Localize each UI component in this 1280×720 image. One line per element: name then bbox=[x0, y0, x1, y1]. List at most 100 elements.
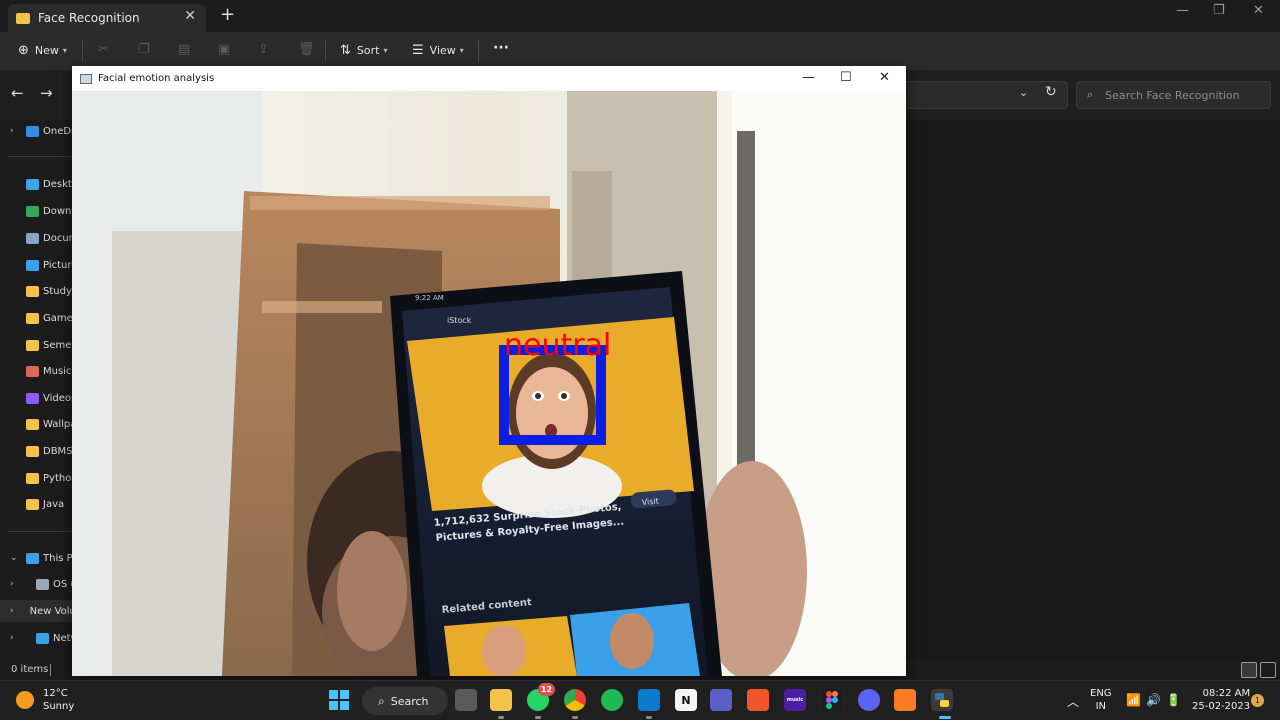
view-button[interactable]: ☰ View ▾ bbox=[412, 43, 464, 58]
brave-icon[interactable] bbox=[747, 689, 769, 711]
sidebar-item-label: Study bbox=[43, 285, 72, 297]
restore-icon[interactable]: ❐ bbox=[1213, 3, 1225, 18]
chevron-down-icon[interactable]: ⌄ bbox=[1019, 86, 1028, 99]
chevron-right-icon[interactable]: › bbox=[10, 633, 24, 643]
battery-icon[interactable]: 🔋 bbox=[1166, 693, 1181, 707]
cut-icon[interactable]: ✂ bbox=[98, 42, 109, 57]
chevron-up-icon[interactable]: ︿ bbox=[1067, 693, 1079, 710]
notion-icon[interactable]: N bbox=[675, 689, 697, 711]
more-options-button[interactable]: ··· bbox=[493, 40, 509, 56]
active-indicator bbox=[498, 716, 504, 719]
tiles-view-icon[interactable] bbox=[1260, 662, 1276, 678]
details-view-icon[interactable] bbox=[1241, 662, 1257, 678]
python-icon[interactable] bbox=[931, 689, 953, 711]
rename-icon[interactable]: ▣ bbox=[218, 42, 230, 57]
sidebar-item[interactable]: Videos bbox=[0, 387, 72, 409]
new-tab-button[interactable]: + bbox=[220, 4, 235, 25]
sidebar-item-label: Wallpapers bbox=[43, 418, 72, 430]
chevron-right-icon[interactable]: › bbox=[10, 606, 14, 616]
minimize-icon[interactable]: — bbox=[1176, 3, 1189, 18]
sidebar-item[interactable]: DBMS bbox=[0, 440, 72, 462]
chevron-down-icon[interactable]: ⌄ bbox=[10, 553, 24, 563]
notification-badge[interactable]: 1 bbox=[1251, 694, 1264, 707]
search-input[interactable]: ⌕ Search Face Recognition bbox=[1076, 81, 1271, 109]
figma-icon[interactable] bbox=[821, 689, 843, 711]
sidebar-item[interactable]: Semester bbox=[0, 334, 72, 356]
whatsapp-badge: 12 bbox=[537, 683, 555, 696]
sidebar-item[interactable]: Pictures bbox=[0, 254, 72, 276]
wifi-icon[interactable]: 📶 bbox=[1126, 693, 1141, 707]
new-button[interactable]: ⊕ New ▾ bbox=[18, 43, 67, 58]
volume-icon[interactable]: 🔊 bbox=[1146, 693, 1161, 707]
maximize-icon[interactable]: ☐ bbox=[840, 70, 852, 85]
close-icon[interactable]: ✕ bbox=[879, 70, 890, 85]
sidebar-item[interactable]: Study bbox=[0, 280, 72, 302]
teams-icon[interactable] bbox=[710, 689, 732, 711]
sidebar-item[interactable]: Documents bbox=[0, 227, 72, 249]
weather-widget[interactable]: 12°C Sunny bbox=[16, 687, 74, 713]
delete-icon[interactable]: 🗑 bbox=[298, 42, 315, 57]
spotify-icon[interactable] bbox=[601, 689, 623, 711]
sidebar-item[interactable]: › Network bbox=[0, 627, 72, 649]
divider bbox=[50, 664, 51, 676]
language-indicator[interactable]: ENG IN bbox=[1090, 687, 1112, 713]
address-field[interactable] bbox=[905, 81, 1068, 109]
sidebar-item[interactable]: Games bbox=[0, 307, 72, 329]
file-explorer-icon[interactable] bbox=[490, 689, 512, 711]
sidebar-item-label: Downloads bbox=[43, 205, 72, 217]
tab-close-icon[interactable]: ✕ bbox=[184, 8, 196, 24]
tab-face-recognition[interactable]: Face Recognition ✕ bbox=[8, 4, 206, 32]
share-icon[interactable]: ⇪ bbox=[258, 42, 269, 57]
sidebar-item-label: DBMS bbox=[43, 445, 72, 457]
paste-icon[interactable]: ▤ bbox=[178, 42, 190, 57]
clock[interactable]: 08:22 AM 25-02-2023 bbox=[1192, 687, 1250, 713]
sidebar-item[interactable]: › OneDrive bbox=[0, 120, 72, 142]
forward-arrow-icon[interactable]: → bbox=[40, 84, 53, 102]
sidebar-item-label: Music bbox=[43, 365, 72, 377]
sidebar-item[interactable]: › New Volume bbox=[0, 600, 72, 622]
explorer-titlebar: Face Recognition ✕ + — ❐ ✕ bbox=[0, 0, 1280, 32]
sort-button[interactable]: ⇅ Sort ▾ bbox=[340, 43, 387, 58]
sidebar-item-label: New Volume bbox=[29, 605, 72, 617]
start-button[interactable] bbox=[328, 689, 350, 711]
window-close-icon[interactable]: ✕ bbox=[1253, 3, 1264, 18]
amazon-music-icon[interactable]: music bbox=[784, 689, 806, 711]
sidebar-item[interactable]: Downloads bbox=[0, 200, 72, 222]
whatsapp-icon[interactable]: 12 bbox=[527, 683, 555, 711]
minimize-icon[interactable]: — bbox=[802, 70, 815, 85]
sidebar-item[interactable]: Desktop bbox=[0, 173, 72, 195]
sidebar-item[interactable]: Music bbox=[0, 360, 71, 382]
visit-label: Visit bbox=[641, 497, 659, 507]
xampp-icon[interactable] bbox=[894, 689, 916, 711]
vscode-icon[interactable] bbox=[638, 689, 660, 711]
sidebar-item-label: Documents bbox=[43, 232, 72, 244]
folder-icon bbox=[26, 339, 39, 351]
emotion-label: neutral bbox=[504, 328, 611, 363]
sidebar-item-label: Games bbox=[43, 312, 72, 324]
sidebar-item-label: Network bbox=[53, 632, 72, 644]
copy-icon[interactable]: ❐ bbox=[138, 42, 150, 57]
sidebar-item-label: OS (C:) bbox=[53, 578, 72, 590]
discord-icon[interactable] bbox=[858, 689, 880, 711]
taskbar-search[interactable]: ⌕ Search bbox=[362, 687, 448, 715]
sort-icon: ⇅ bbox=[340, 43, 351, 58]
sidebar-item[interactable]: Wallpapers bbox=[0, 413, 72, 435]
task-view-icon[interactable] bbox=[455, 689, 477, 711]
file-list[interactable] bbox=[905, 120, 1280, 660]
cv-window-title: Facial emotion analysis bbox=[98, 73, 215, 84]
chevron-right-icon[interactable]: › bbox=[10, 126, 24, 136]
sidebar-item[interactable]: Java bbox=[0, 493, 64, 515]
sidebar-item-label: Java bbox=[43, 498, 65, 510]
chevron-right-icon[interactable]: › bbox=[10, 579, 24, 589]
phone-site: iStock bbox=[447, 316, 472, 325]
sidebar-item[interactable]: Python bbox=[0, 467, 72, 489]
sidebar-item[interactable]: › OS (C:) bbox=[0, 573, 72, 595]
this-pc-icon bbox=[26, 552, 39, 564]
divider bbox=[82, 40, 83, 62]
chrome-icon[interactable] bbox=[564, 689, 586, 711]
back-arrow-icon[interactable]: ← bbox=[11, 84, 24, 102]
sidebar-item[interactable]: ⌄ This PC bbox=[0, 547, 72, 569]
refresh-icon[interactable]: ↻ bbox=[1045, 84, 1057, 100]
folder-icon bbox=[26, 312, 39, 324]
divider bbox=[325, 40, 326, 62]
